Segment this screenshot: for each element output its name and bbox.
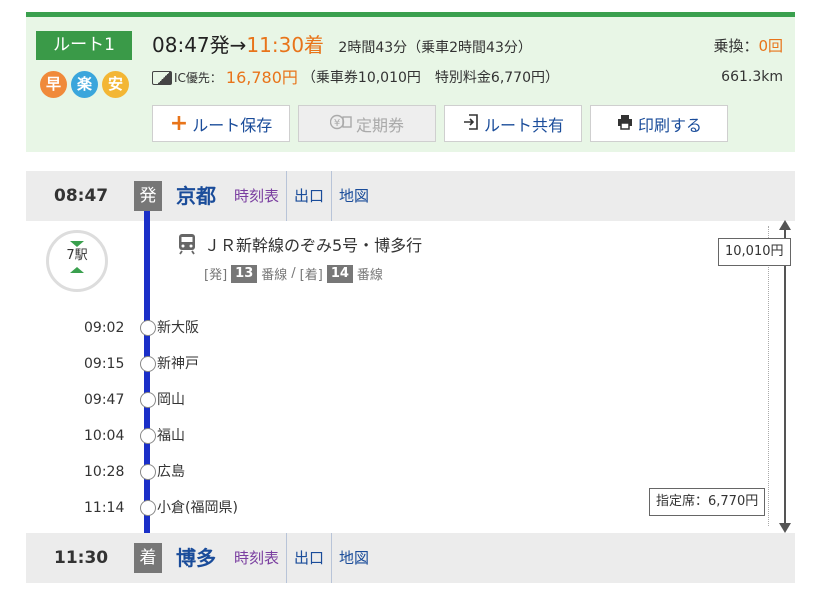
fare-range-dotted-line: [768, 226, 769, 526]
stop-name: 福山: [157, 428, 185, 444]
stop-name: 新大阪: [157, 320, 199, 336]
intermediate-stop: 11:14 小倉(福岡県): [0, 498, 400, 518]
arrow-up-icon: [779, 220, 791, 230]
printer-icon: [616, 113, 634, 135]
cheapest-badge: 安: [102, 71, 129, 98]
stop-name: 小倉(福岡県): [157, 500, 238, 516]
arrival-map-link[interactable]: 地図: [331, 533, 376, 583]
stop-time: 09:15: [84, 356, 125, 372]
arrival-station-bar: 11:30 着 博多 時刻表 出口 地図: [26, 533, 795, 583]
departure-station-bar: 08:47 発 京都 時刻表 出口 地図: [26, 171, 795, 221]
arrival-exit-link[interactable]: 出口: [286, 533, 331, 583]
departure-station-name[interactable]: 京都: [176, 171, 216, 221]
yen-pass-icon: ¥: [329, 114, 352, 134]
stop-time: 10:28: [84, 464, 125, 480]
stop-name: 新神戸: [157, 356, 199, 372]
save-route-button[interactable]: + ルート保存: [152, 105, 290, 142]
stop-dot: [140, 464, 156, 480]
stop-dot: [140, 428, 156, 444]
arrival-timetable-link[interactable]: 時刻表: [234, 533, 286, 583]
fare-range-line: [784, 226, 786, 526]
train-name: ＪＲ新幹線のぞみ5号・博多行: [204, 236, 423, 255]
svg-text:¥: ¥: [334, 118, 340, 129]
train-icon: [178, 233, 196, 255]
share-route-label: ルート共有: [483, 115, 564, 135]
departure-station-links: 時刻表 出口 地図: [234, 171, 376, 221]
fare-detail: （乗車券10,010円 特別料金6,770円）: [301, 70, 559, 86]
intermediate-stop: 09:02 新大阪: [0, 318, 400, 338]
ic-priority-label: IC優先：: [174, 71, 222, 85]
fastest-badge: 早: [40, 71, 67, 98]
arrival-tag: 着: [134, 543, 162, 573]
intermediate-stop: 10:28 広島: [0, 462, 400, 482]
dep-platform-label: [発]: [204, 268, 228, 283]
departure-map-link[interactable]: 地図: [331, 171, 376, 221]
route-label: ルート1: [36, 31, 132, 60]
ic-card-icon: [152, 71, 172, 85]
arrival-time: 11:30: [54, 548, 109, 568]
dep-platform-number: 13: [231, 264, 258, 283]
route-actions: + ルート保存 ¥ 定期券 ルート共有 印刷する: [152, 105, 728, 142]
arrival-station-name[interactable]: 博多: [176, 533, 216, 583]
route-fare: IC優先： 16,780円 （乗車券10,010円 特別料金6,770円）: [152, 67, 559, 89]
route-distance: 661.3km: [721, 69, 783, 85]
intermediate-stop: 09:47 岡山: [0, 390, 400, 410]
departure-tag: 発: [134, 181, 162, 211]
arr-platform-number: 14: [326, 264, 353, 283]
stop-time: 09:47: [84, 392, 125, 408]
intermediate-stop: 10:04 福山: [0, 426, 400, 446]
stop-dot: [140, 392, 156, 408]
transfer-info: 乗換：0回: [713, 35, 783, 56]
platform-info: [発] 13 番線 / [着] 14 番線: [204, 264, 383, 283]
transfer-label: 乗換：: [713, 37, 759, 55]
stop-dot: [140, 320, 156, 336]
commuter-pass-button[interactable]: ¥ 定期券: [298, 105, 436, 142]
departure-exit-link[interactable]: 出口: [286, 171, 331, 221]
arr-platform-label: [着]: [299, 268, 323, 283]
intermediate-stop: 09:15 新神戸: [0, 354, 400, 374]
save-route-label: ルート保存: [192, 115, 273, 135]
train-info: ＪＲ新幹線のぞみ5号・博多行: [178, 232, 422, 256]
depart-time: 08:47: [152, 33, 210, 57]
arr-platform-suffix: 番線: [356, 268, 383, 283]
depart-suffix: 発→: [209, 33, 247, 57]
stop-count-toggle[interactable]: 7駅: [46, 230, 108, 292]
stop-name: 広島: [157, 464, 185, 480]
route-duration: 2時間43分（乗車2時間43分）: [338, 40, 532, 56]
share-route-button[interactable]: ルート共有: [444, 105, 582, 142]
stop-count-label: 7駅: [66, 248, 88, 263]
dep-platform-suffix: 番線: [261, 268, 288, 283]
departure-timetable-link[interactable]: 時刻表: [234, 171, 286, 221]
stop-time: 10:04: [84, 428, 125, 444]
collapse-up-icon: [70, 267, 84, 273]
reserved-fare-box: 指定席：6,770円: [649, 488, 766, 516]
departure-time: 08:47: [54, 186, 109, 206]
plus-icon: +: [169, 111, 189, 136]
transfer-count: 0回: [758, 37, 783, 55]
easiest-badge: 楽: [71, 71, 98, 98]
commuter-pass-label: 定期券: [355, 115, 404, 135]
route-times: 08:47発→11:30着 2時間43分（乗車2時間43分）: [152, 31, 532, 62]
arrival-station-links: 時刻表 出口 地図: [234, 533, 376, 583]
arrow-down-icon: [779, 523, 791, 533]
arrive-time: 11:30: [246, 33, 305, 57]
fare-total: 16,780円: [225, 68, 298, 87]
ticket-fare-box: 10,010円: [718, 238, 791, 266]
stop-dot: [140, 500, 156, 516]
platform-separator: /: [291, 266, 296, 281]
route-summary: ルート1 早 楽 安 08:47発→11:30着 2時間43分（乗車2時間43分…: [26, 12, 795, 152]
stop-name: 岡山: [157, 392, 185, 408]
print-button[interactable]: 印刷する: [590, 105, 728, 142]
stop-dot: [140, 356, 156, 372]
print-label: 印刷する: [637, 115, 702, 135]
share-icon: [462, 113, 480, 135]
route-badges: 早 楽 安: [40, 71, 129, 98]
stop-time: 09:02: [84, 320, 125, 336]
arrive-suffix: 着: [304, 33, 325, 57]
stop-time: 11:14: [84, 500, 125, 516]
